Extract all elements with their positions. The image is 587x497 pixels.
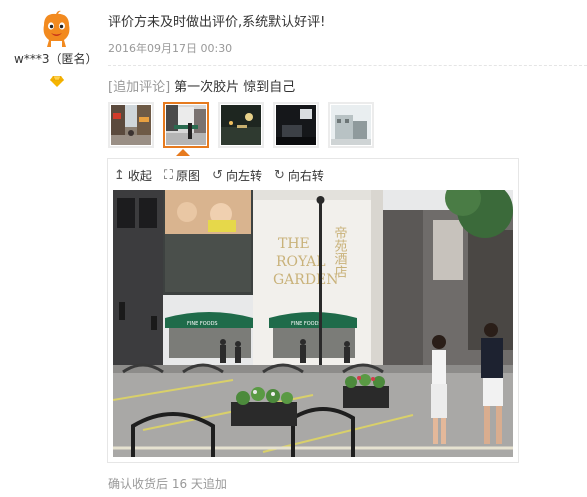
original-button[interactable]: ⛶ 原图: [164, 167, 200, 184]
thumbnail-night-street[interactable]: [218, 102, 264, 148]
divider: [108, 65, 587, 66]
thumbnail-storefront[interactable]: [163, 102, 209, 148]
original-label: 原图: [176, 169, 201, 183]
thumbnail-street-scene[interactable]: [108, 102, 154, 148]
collapse-button[interactable]: ↥ 收起: [114, 167, 152, 184]
hotel-sign-chinese: 帝苑酒店: [332, 225, 348, 278]
username: w***3（匿名）: [14, 52, 98, 66]
avatar[interactable]: [36, 9, 77, 50]
collapse-label: 收起: [127, 169, 152, 183]
rotate-left-label: 向左转: [225, 169, 262, 183]
rotate-right-button[interactable]: ↻ 向右转: [274, 167, 324, 184]
rotate-right-icon: ↻: [273, 168, 285, 183]
review-date: 2016年09月17日 00:30: [108, 42, 233, 55]
shop-sign-left: FINE FOODS: [187, 321, 218, 327]
append-text: 第一次胶片 惊到自己: [174, 80, 296, 95]
hotel-sign-garden: GARDEN: [273, 272, 339, 288]
expand-icon: ⛶: [163, 168, 174, 183]
append-comment: [追加评论] 第一次胶片 惊到自己: [108, 76, 295, 95]
rotate-left-icon: ↺: [212, 168, 223, 183]
hotel-sign-royal: ROYAL: [276, 254, 326, 270]
review-text: 评价方未及时做出评价,系统默认好评!: [108, 15, 326, 30]
active-thumbnail-pointer: [176, 149, 190, 156]
append-tag: [追加评论]: [108, 80, 171, 95]
orange-mascot-avatar-icon: [43, 10, 70, 47]
thumbnail-strip: [108, 102, 374, 148]
review-photo[interactable]: THE ROYAL GARDEN 帝苑酒店 FINE FOODS FINE FO…: [113, 190, 513, 457]
viewer-toolbar: ↥ 收起 ⛶ 原图 ↺ 向左转 ↻ 向右转: [114, 167, 324, 184]
arrow-up-icon: ↥: [114, 168, 125, 183]
thumbnail-building[interactable]: [328, 102, 374, 148]
thumbnail-dark-room[interactable]: [273, 102, 319, 148]
shop-sign-right: FINE FOODS: [291, 321, 322, 327]
gold-diamond-icon: [50, 72, 64, 91]
hotel-sign-the: THE: [278, 236, 310, 252]
rotate-right-label: 向右转: [287, 169, 324, 183]
rotate-left-button[interactable]: ↺ 向左转: [212, 167, 262, 184]
image-viewer: ↥ 收起 ⛶ 原图 ↺ 向左转 ↻ 向右转 THE ROYAL GARDEN 帝…: [107, 158, 519, 463]
append-footer: 确认收货后 16 天追加: [108, 477, 227, 491]
